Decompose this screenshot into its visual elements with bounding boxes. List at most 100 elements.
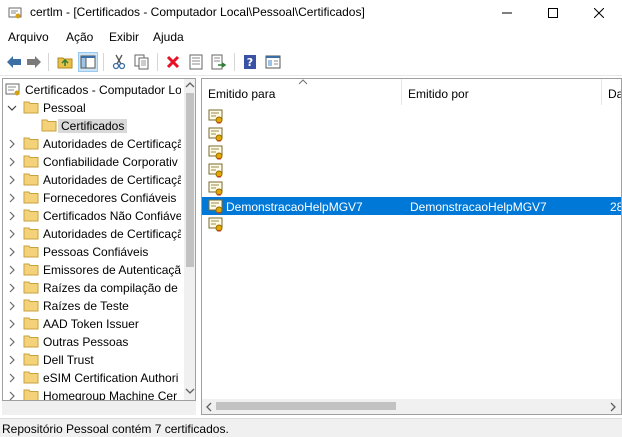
copy-icon — [134, 54, 149, 70]
tree-item[interactable]: Certificados - Computador Lo — [3, 81, 181, 99]
tree-item-label: AAD Token Issuer — [43, 317, 139, 331]
tree-item[interactable]: Certificados — [3, 117, 181, 135]
folder-icon — [23, 172, 39, 186]
copy-button[interactable] — [132, 52, 152, 72]
certificate-list[interactable]: Emitido para Emitido por Da Demonstracao… — [201, 78, 622, 415]
toolbar-separator — [234, 53, 235, 71]
tree-item-label: Raízes da compilação de p — [43, 281, 181, 295]
certificate-icon — [208, 198, 224, 214]
menu-acao[interactable]: Ação — [66, 30, 93, 44]
tree-item[interactable]: AAD Token Issuer — [3, 315, 181, 333]
table-row[interactable] — [202, 125, 621, 143]
tree-item[interactable]: eSIM Certification Authori — [3, 369, 181, 387]
chevron-right-icon[interactable] — [7, 372, 17, 383]
table-row[interactable] — [202, 161, 621, 179]
tree-item[interactable]: Dell Trust — [3, 351, 181, 369]
folder-icon — [23, 316, 39, 330]
chevron-down-icon[interactable] — [7, 102, 17, 112]
list-scroll-thumb[interactable] — [216, 402, 396, 410]
maximize-button[interactable] — [530, 0, 576, 26]
chevron-right-icon[interactable] — [7, 318, 17, 329]
tree-item[interactable]: Certificados Não Confiáve — [3, 207, 181, 225]
tree-item-label: Certificados — [58, 119, 128, 133]
tree-item[interactable]: Pessoal — [3, 99, 181, 117]
tree-horizontal-scrollbar[interactable] — [2, 401, 196, 415]
chevron-right-icon[interactable] — [7, 228, 17, 239]
folder-icon — [23, 352, 39, 366]
tree-item[interactable]: Raízes de Teste — [3, 297, 181, 315]
tree-item[interactable]: Raízes da compilação de p — [3, 279, 181, 297]
chevron-right-icon[interactable] — [7, 354, 17, 365]
minimize-button[interactable] — [484, 0, 530, 26]
scroll-up-icon[interactable] — [185, 81, 195, 89]
tree-item-label: Emissores de Autenticaçã — [43, 263, 181, 277]
chevron-right-icon[interactable] — [7, 156, 17, 167]
export-list-icon — [211, 54, 227, 70]
chevron-right-icon[interactable] — [7, 174, 17, 185]
menu-ajuda[interactable]: Ajuda — [153, 30, 184, 44]
tree-item[interactable]: Emissores de Autenticaçã — [3, 261, 181, 279]
menu-arquivo[interactable]: Arquivo — [8, 30, 49, 44]
tree-item-label: Dell Trust — [43, 353, 94, 367]
column-header-emitido-por[interactable]: Emitido por — [402, 79, 602, 105]
certificate-store-icon — [5, 82, 21, 96]
folder-icon — [23, 190, 39, 204]
close-button[interactable] — [576, 0, 622, 26]
maximize-icon — [548, 8, 558, 18]
chevron-right-icon[interactable] — [7, 336, 17, 347]
tree-vertical-scrollbar[interactable] — [184, 79, 195, 400]
chevron-right-icon[interactable] — [7, 210, 17, 221]
close-icon — [594, 8, 604, 18]
tree-item[interactable]: Autoridades de Certificaçã — [3, 135, 181, 153]
up-one-level-button[interactable] — [55, 52, 75, 72]
tree-item-label: Autoridades de Certificaçã — [43, 137, 181, 151]
menu-exibir[interactable]: Exibir — [109, 30, 139, 44]
tree-item-label: eSIM Certification Authori — [43, 371, 179, 385]
toolbar-separator — [48, 53, 49, 71]
cell-issued-to: DemonstracaoHelpMGV7 — [226, 200, 363, 214]
tree-scroll-thumb[interactable] — [186, 93, 194, 267]
list-horizontal-scrollbar[interactable] — [202, 399, 621, 414]
tree-item[interactable]: Autoridades de Certificaçã — [3, 225, 181, 243]
folder-icon — [23, 388, 39, 400]
view-button[interactable] — [263, 52, 283, 72]
folder-icon — [41, 118, 57, 132]
tree-item-label: Pessoal — [43, 101, 86, 115]
chevron-right-icon[interactable] — [7, 138, 17, 149]
table-row[interactable]: DemonstracaoHelpMGV7 DemonstracaoHelpMGV7… — [202, 197, 621, 215]
table-row[interactable] — [202, 143, 621, 161]
tree-item[interactable]: Pessoas Confiáveis — [3, 243, 181, 261]
delete-button[interactable] — [163, 52, 183, 72]
chevron-right-icon[interactable] — [7, 300, 17, 311]
table-row[interactable] — [202, 215, 621, 233]
column-header-emitido-para[interactable]: Emitido para — [202, 79, 402, 105]
tree-item[interactable]: Outras Pessoas — [3, 333, 181, 351]
scroll-down-icon[interactable] — [185, 387, 195, 395]
tree-item-label: Homegroup Machine Cer — [43, 389, 178, 401]
export-list-button[interactable] — [209, 52, 229, 72]
chevron-right-icon[interactable] — [7, 282, 17, 293]
console-tree[interactable]: Certificados - Computador Lo Pessoal Certi… — [2, 78, 196, 401]
forward-button[interactable] — [24, 52, 44, 72]
cell-issued-by: DemonstracaoHelpMGV7 — [410, 200, 547, 214]
table-row[interactable] — [202, 107, 621, 125]
table-row[interactable] — [202, 179, 621, 197]
tree-item[interactable]: Fornecedores Confiáveis — [3, 189, 181, 207]
chevron-right-icon[interactable] — [7, 264, 17, 275]
tree-item[interactable]: Homegroup Machine Cer — [3, 387, 181, 401]
chevron-right-icon[interactable] — [7, 246, 17, 257]
scroll-right-icon[interactable] — [609, 402, 617, 412]
tree-item[interactable]: Autoridades de Certificaçã — [3, 171, 181, 189]
help-button[interactable]: ? — [240, 52, 260, 72]
back-button[interactable] — [4, 52, 24, 72]
chevron-right-icon[interactable] — [7, 192, 17, 203]
certificate-icon — [208, 108, 224, 124]
column-header-data[interactable]: Da — [602, 79, 621, 105]
show-hide-tree-icon — [80, 55, 96, 69]
properties-button[interactable] — [186, 52, 206, 72]
tree-item[interactable]: Confiabilidade Corporativ — [3, 153, 181, 171]
scroll-left-icon[interactable] — [205, 402, 213, 412]
chevron-right-icon[interactable] — [7, 390, 17, 400]
cut-button[interactable] — [109, 52, 129, 72]
show-hide-console-tree-button[interactable] — [78, 52, 98, 72]
